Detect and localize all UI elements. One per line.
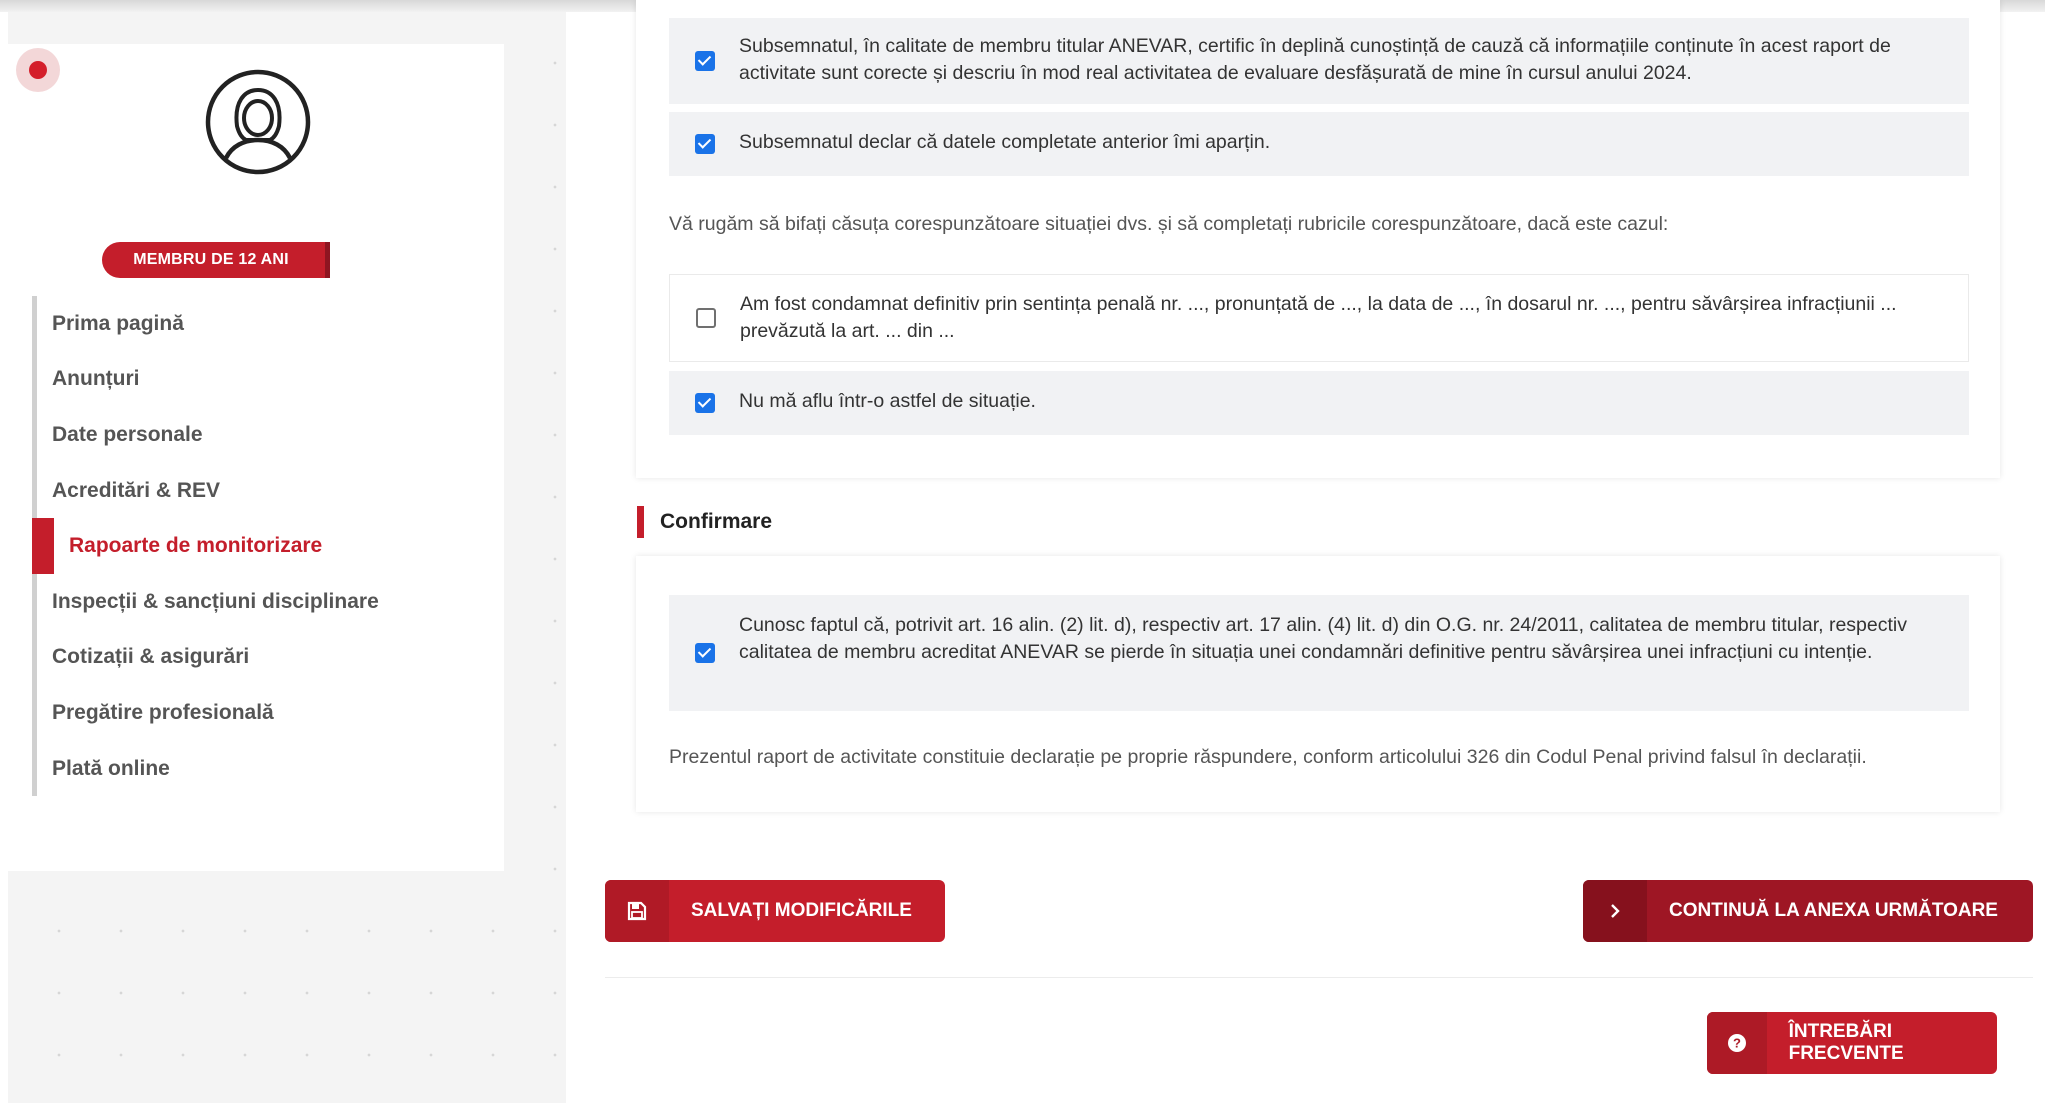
sidebar-item-plata-online[interactable]: Plată online <box>32 740 472 797</box>
certify-row: Subsemnatul, în calitate de membru titul… <box>669 18 1969 104</box>
instruction-text: Vă rugăm să bifați căsuța corespunzătoar… <box>669 213 1669 235</box>
svg-text:?: ? <box>1733 1036 1741 1051</box>
sidebar-item-rapoarte[interactable]: Rapoarte de monitorizare <box>32 518 472 574</box>
data-owner-text: Subsemnatul declar că datele completate … <box>739 131 1271 153</box>
sidebar-item-cotizatii[interactable]: Cotizații & asigurări <box>32 629 472 686</box>
user-avatar-icon[interactable] <box>204 68 312 176</box>
sidebar-item-pregatire[interactable]: Pregătire profesională <box>32 685 472 741</box>
not-condemned-text: Nu mă aflu într-o astfel de situație. <box>739 390 1036 412</box>
condemned-checkbox[interactable] <box>696 308 716 328</box>
ack-text: Cunosc faptul că, potrivit art. 16 alin.… <box>739 614 1907 663</box>
sidebar-item-acreditari[interactable]: Acreditări & REV <box>32 462 472 519</box>
continue-button-label: CONTINUĂ LA ANEXA URMĂTOARE <box>1669 900 1998 921</box>
sidebar-item-prima-pagina[interactable]: Prima pagină <box>32 296 472 352</box>
certify-checkbox[interactable] <box>695 51 715 71</box>
sidebar-item-anunturi[interactable]: Anunțuri <box>32 351 472 408</box>
data-owner-row: Subsemnatul declar că datele completate … <box>669 112 1969 176</box>
not-condemned-checkbox[interactable] <box>695 393 715 413</box>
faq-button-label: ÎNTREBĂRI FRECVENTE <box>1788 1021 1904 1064</box>
actions-divider <box>605 977 2033 978</box>
ack-row: Cunosc faptul că, potrivit art. 16 alin.… <box>669 595 1969 711</box>
record-indicator-icon <box>16 48 60 92</box>
save-button-label: SALVAȚI MODIFICĂRILE <box>691 900 912 921</box>
data-owner-checkbox[interactable] <box>695 134 715 154</box>
question-circle-icon: ? <box>1707 1012 1767 1074</box>
certify-text: Subsemnatul, în calitate de membru titul… <box>739 35 1891 84</box>
floppy-disk-icon <box>605 880 669 942</box>
membership-badge: MEMBRU DE 12 ANI <box>102 242 330 278</box>
not-condemned-row: Nu mă aflu într-o astfel de situație. <box>669 371 1969 435</box>
sidebar-nav: Prima pagină Anunțuri Date personale Acr… <box>32 296 472 797</box>
ack-checkbox[interactable] <box>695 643 715 663</box>
chevron-right-icon <box>1583 880 1647 942</box>
condemned-text: Am fost condamnat definitiv prin sentinț… <box>740 293 1897 342</box>
legal-footer-text: Prezentul raport de activitate constitui… <box>669 746 1867 768</box>
sidebar-item-date-personale[interactable]: Date personale <box>32 407 472 463</box>
confirm-heading: Confirmare <box>637 506 837 538</box>
sidebar-item-inspectii[interactable]: Inspecții & sancțiuni disciplinare <box>32 573 472 630</box>
continue-next-annex-button[interactable]: CONTINUĂ LA ANEXA URMĂTOARE <box>1583 880 2033 942</box>
save-button[interactable]: SALVAȚI MODIFICĂRILE <box>605 880 945 942</box>
condemned-row: Am fost condamnat definitiv prin sentinț… <box>669 274 1969 362</box>
faq-button[interactable]: ? ÎNTREBĂRI FRECVENTE <box>1707 1012 1997 1074</box>
